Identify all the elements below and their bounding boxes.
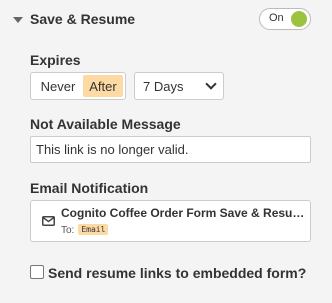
chevron-down-icon	[205, 78, 217, 90]
expires-never-button[interactable]: Never	[33, 75, 83, 97]
toggle-label: On	[269, 12, 284, 24]
email-notification-card[interactable]: Cognito Coffee Order Form Save & Resume …	[30, 200, 311, 242]
expires-duration-value: 7 Days	[143, 79, 184, 94]
embedded-form-checkbox[interactable]	[30, 265, 44, 279]
not-available-label: Not Available Message	[30, 116, 181, 132]
embedded-form-checkbox-label[interactable]: Send resume links to embedded form?	[48, 265, 306, 281]
expires-label: Expires	[30, 52, 81, 68]
section-title[interactable]: Save & Resume	[30, 11, 135, 27]
not-available-message-input[interactable]: This link is no longer valid.	[30, 136, 311, 163]
collapse-arrow-icon[interactable]	[13, 17, 23, 23]
email-field-tag: Email	[78, 224, 109, 235]
expires-duration-select[interactable]: 7 Days	[134, 72, 224, 100]
envelope-icon	[42, 216, 55, 226]
email-notification-label: Email Notification	[30, 180, 149, 196]
email-to-label: To:	[61, 225, 75, 236]
toggle-knob	[291, 11, 307, 27]
expires-after-button[interactable]: After	[83, 75, 123, 97]
save-resume-toggle[interactable]: On	[259, 8, 311, 30]
expires-segmented-control: Never After	[30, 72, 126, 100]
email-notification-title: Cognito Coffee Order Form Save & Resume	[61, 206, 307, 220]
email-recipient-row: To: Email	[61, 224, 109, 236]
